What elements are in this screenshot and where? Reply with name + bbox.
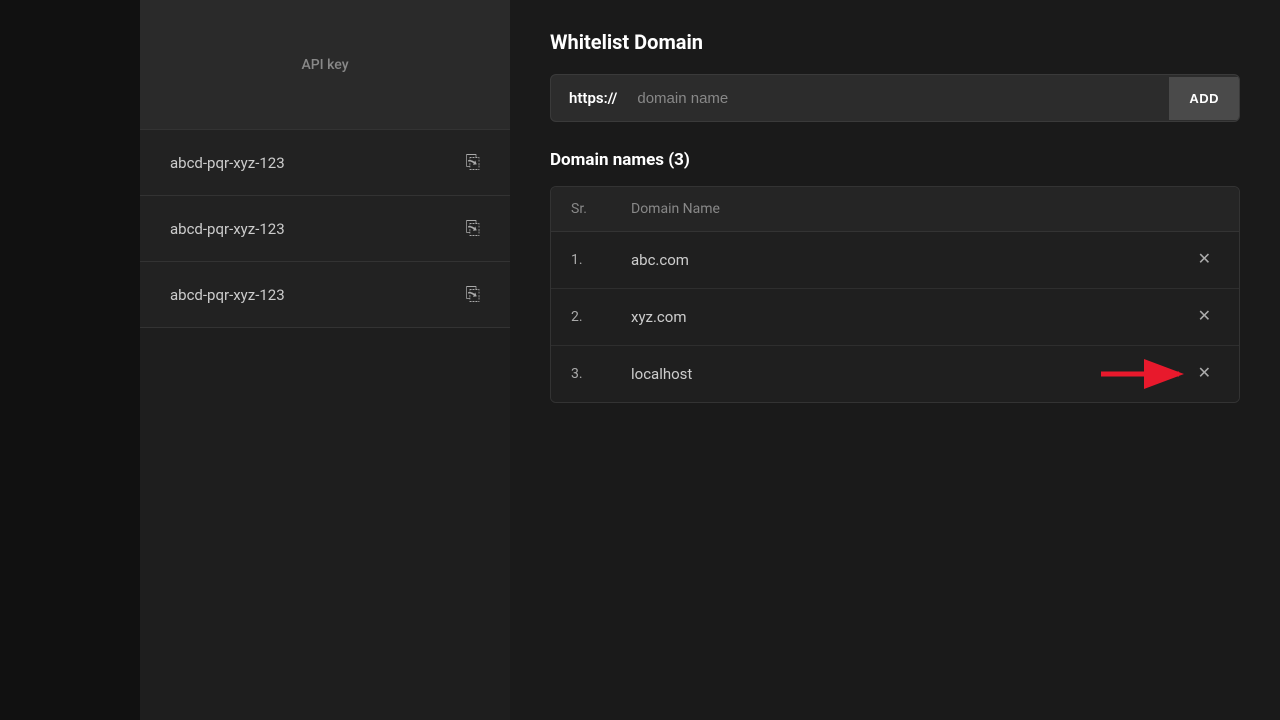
domain-table: Sr. Domain Name 1. abc.com ✕ 2. xyz.com … bbox=[550, 186, 1240, 403]
table-row: 1. abc.com ✕ bbox=[551, 232, 1239, 289]
api-key-item[interactable]: abcd-pqr-xyz-123 ⎘ bbox=[140, 130, 510, 196]
api-key-item[interactable]: abcd-pqr-xyz-123 ⎘ bbox=[140, 262, 510, 328]
copy-icon[interactable]: ⎘ bbox=[466, 284, 480, 305]
copy-icon[interactable]: ⎘ bbox=[466, 218, 480, 239]
add-domain-button[interactable]: ADD bbox=[1169, 77, 1239, 120]
table-row: 3. localhost ✕ bbox=[551, 346, 1239, 402]
api-key-item[interactable]: abcd-pqr-xyz-123 ⎘ bbox=[140, 196, 510, 262]
red-arrow-annotation bbox=[1101, 359, 1191, 389]
left-sidebar bbox=[0, 0, 140, 720]
col-header-sr: Sr. bbox=[571, 201, 631, 217]
domain-count-badge: (3) bbox=[668, 150, 690, 170]
remove-domain-button[interactable]: ✕ bbox=[1190, 362, 1219, 386]
copy-icon[interactable]: ⎘ bbox=[466, 152, 480, 173]
row-domain: xyz.com bbox=[631, 308, 1190, 326]
whitelist-title: Whitelist Domain bbox=[550, 30, 1240, 54]
main-content: Whitelist Domain https:// ADD Domain nam… bbox=[510, 0, 1280, 720]
domain-input[interactable] bbox=[627, 76, 1169, 121]
api-key-panel: API key abcd-pqr-xyz-123 ⎘ abcd-pqr-xyz-… bbox=[140, 0, 510, 720]
api-key-empty-area bbox=[140, 328, 510, 720]
whitelist-section: Whitelist Domain https:// ADD bbox=[550, 30, 1240, 122]
api-key-value: abcd-pqr-xyz-123 bbox=[170, 220, 285, 238]
row-sr: 1. bbox=[571, 252, 631, 268]
col-header-domain: Domain Name bbox=[631, 201, 1219, 217]
domain-input-container: https:// ADD bbox=[550, 74, 1240, 122]
domain-input-prefix: https:// bbox=[551, 75, 627, 121]
table-header: Sr. Domain Name bbox=[551, 187, 1239, 232]
remove-domain-button[interactable]: ✕ bbox=[1190, 305, 1219, 329]
row-sr: 3. bbox=[571, 366, 631, 382]
api-key-value: abcd-pqr-xyz-123 bbox=[170, 154, 285, 172]
api-key-header-label: API key bbox=[301, 57, 348, 73]
table-row: 2. xyz.com ✕ bbox=[551, 289, 1239, 346]
api-key-value: abcd-pqr-xyz-123 bbox=[170, 286, 285, 304]
row-sr: 2. bbox=[571, 309, 631, 325]
domain-names-title: Domain names (3) bbox=[550, 150, 1240, 170]
remove-domain-button[interactable]: ✕ bbox=[1190, 248, 1219, 272]
api-key-header: API key bbox=[140, 0, 510, 130]
row-domain: abc.com bbox=[631, 251, 1190, 269]
domain-names-section: Domain names (3) Sr. Domain Name 1. abc.… bbox=[550, 150, 1240, 403]
